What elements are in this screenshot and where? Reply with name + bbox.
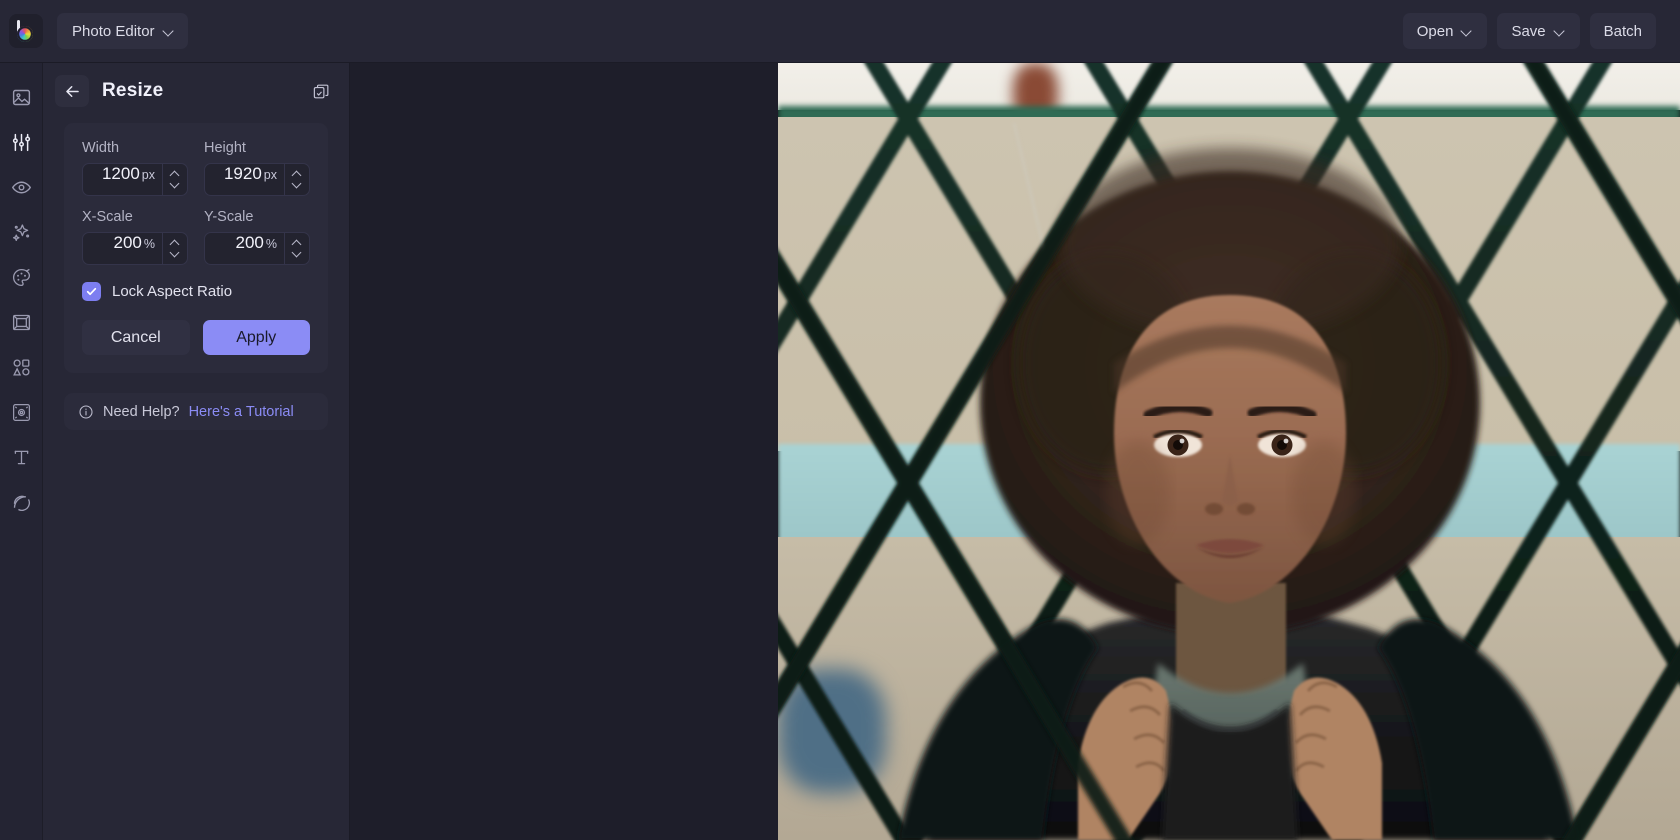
canvas-area[interactable] bbox=[350, 63, 1680, 840]
stepper-down-icon[interactable] bbox=[293, 251, 302, 256]
check-icon bbox=[85, 285, 98, 298]
stepper-up-icon[interactable] bbox=[293, 172, 302, 177]
sidebar-item-retouch[interactable] bbox=[0, 165, 43, 210]
back-button[interactable] bbox=[55, 75, 89, 107]
width-field-group: Width 1200 px bbox=[82, 140, 188, 209]
help-banner[interactable]: Need Help? Here's a Tutorial bbox=[64, 393, 328, 430]
y-scale-field-group: Y-Scale 200 % bbox=[204, 209, 310, 278]
sidebar-item-texture[interactable] bbox=[0, 390, 43, 435]
batch-button[interactable]: Batch bbox=[1590, 13, 1656, 49]
app-mode-menu[interactable]: Photo Editor bbox=[57, 13, 188, 49]
width-input[interactable]: 1200 px bbox=[82, 163, 188, 196]
duplicate-button[interactable] bbox=[306, 76, 336, 106]
sparkles-icon bbox=[11, 222, 32, 243]
duplicate-icon bbox=[312, 82, 331, 101]
x-scale-stepper[interactable] bbox=[162, 233, 187, 264]
width-label: Width bbox=[82, 140, 188, 156]
stepper-up-icon[interactable] bbox=[293, 241, 302, 246]
sidebar-item-effects[interactable] bbox=[0, 210, 43, 255]
sidebar-item-color[interactable] bbox=[0, 255, 43, 300]
x-scale-unit: % bbox=[144, 237, 155, 251]
height-stepper[interactable] bbox=[284, 164, 309, 195]
tutorial-link[interactable]: Here's a Tutorial bbox=[189, 404, 294, 420]
top-bar-actions: Open Save Batch bbox=[1403, 13, 1680, 49]
photo-preview[interactable] bbox=[778, 63, 1680, 840]
y-scale-input[interactable]: 200 % bbox=[204, 232, 310, 265]
shapes-icon bbox=[11, 357, 32, 378]
x-scale-field-group: X-Scale 200 % bbox=[82, 209, 188, 278]
photo-layers bbox=[778, 63, 1680, 840]
y-scale-unit: % bbox=[266, 237, 277, 251]
page-title: Resize bbox=[102, 80, 163, 102]
width-unit: px bbox=[142, 168, 155, 182]
y-scale-value-area[interactable]: 200 % bbox=[205, 233, 284, 264]
image-icon bbox=[11, 87, 32, 108]
photo-editor-window: Photo Editor Open Save Batch bbox=[0, 0, 1680, 840]
eye-icon bbox=[11, 177, 32, 198]
stepper-down-icon[interactable] bbox=[171, 251, 180, 256]
frame-icon bbox=[11, 312, 32, 333]
app-mode-label: Photo Editor bbox=[72, 23, 155, 40]
width-stepper[interactable] bbox=[162, 164, 187, 195]
save-button[interactable]: Save bbox=[1497, 13, 1579, 49]
lock-aspect-ratio-label: Lock Aspect Ratio bbox=[112, 283, 232, 300]
apply-button[interactable]: Apply bbox=[203, 320, 311, 355]
help-text: Need Help? bbox=[103, 404, 180, 420]
app-logo-button[interactable] bbox=[9, 14, 43, 48]
fence-foreground bbox=[778, 63, 1680, 840]
sidebar-item-image[interactable] bbox=[0, 75, 43, 120]
y-scale-label: Y-Scale bbox=[204, 209, 310, 225]
resize-panel: Resize Width 1200 px bbox=[43, 63, 350, 840]
chevron-down-icon bbox=[1462, 26, 1473, 37]
height-value-area[interactable]: 1920 px bbox=[205, 164, 284, 195]
stepper-up-icon[interactable] bbox=[171, 172, 180, 177]
height-label: Height bbox=[204, 140, 310, 156]
x-scale-input[interactable]: 200 % bbox=[82, 232, 188, 265]
cancel-button[interactable]: Cancel bbox=[82, 320, 190, 355]
height-input[interactable]: 1920 px bbox=[204, 163, 310, 196]
y-scale-value: 200 bbox=[236, 233, 264, 253]
sidebar-item-shapes[interactable] bbox=[0, 345, 43, 390]
open-button[interactable]: Open bbox=[1403, 13, 1488, 49]
batch-button-label: Batch bbox=[1604, 23, 1642, 40]
sidebar-item-adjust[interactable] bbox=[0, 120, 43, 165]
lock-aspect-ratio-row[interactable]: Lock Aspect Ratio bbox=[82, 282, 310, 301]
top-bar: Photo Editor Open Save Batch bbox=[0, 0, 1680, 63]
stepper-down-icon[interactable] bbox=[171, 182, 180, 187]
stepper-down-icon[interactable] bbox=[293, 182, 302, 187]
arrow-left-icon bbox=[63, 82, 82, 101]
height-field-group: Height 1920 px bbox=[204, 140, 310, 209]
height-unit: px bbox=[264, 168, 277, 182]
sidebar-item-text[interactable] bbox=[0, 435, 43, 480]
lock-aspect-ratio-checkbox[interactable] bbox=[82, 282, 101, 301]
x-scale-label: X-Scale bbox=[82, 209, 188, 225]
y-scale-stepper[interactable] bbox=[284, 233, 309, 264]
chevron-down-icon bbox=[164, 26, 175, 37]
chevron-down-icon bbox=[1555, 26, 1566, 37]
open-button-label: Open bbox=[1417, 23, 1454, 40]
height-value: 1920 bbox=[224, 164, 262, 184]
dimension-fields: Width 1200 px Height bbox=[82, 140, 310, 278]
panel-actions: Cancel Apply bbox=[82, 320, 310, 355]
text-icon bbox=[11, 447, 32, 468]
width-value-area[interactable]: 1200 px bbox=[83, 164, 162, 195]
tool-rail bbox=[0, 63, 43, 840]
info-icon bbox=[78, 404, 94, 420]
cancel-button-label: Cancel bbox=[111, 329, 161, 347]
sidebar-item-layers[interactable] bbox=[0, 480, 43, 525]
sidebar-item-frame[interactable] bbox=[0, 300, 43, 345]
width-value: 1200 bbox=[102, 164, 140, 184]
palette-icon bbox=[11, 267, 32, 288]
stepper-up-icon[interactable] bbox=[171, 241, 180, 246]
sliders-icon bbox=[11, 132, 32, 153]
save-button-label: Save bbox=[1511, 23, 1545, 40]
panel-header: Resize bbox=[43, 63, 349, 119]
bunny-color-wheel-logo-icon bbox=[14, 19, 38, 43]
resize-form-card: Width 1200 px Height bbox=[64, 123, 328, 373]
x-scale-value: 200 bbox=[114, 233, 142, 253]
x-scale-value-area[interactable]: 200 % bbox=[83, 233, 162, 264]
apply-button-label: Apply bbox=[236, 329, 276, 347]
layers-icon bbox=[11, 492, 32, 513]
texture-icon bbox=[11, 402, 32, 423]
